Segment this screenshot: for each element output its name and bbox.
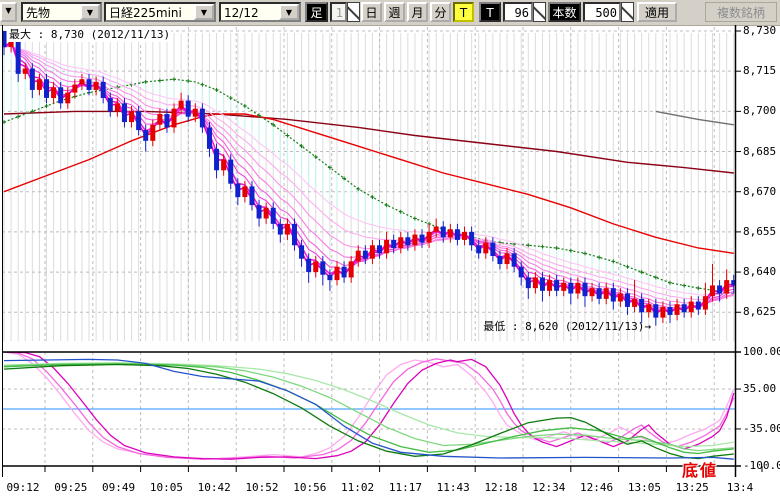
price-axis-label: 8,700 <box>743 104 776 117</box>
instrument-combo-value: 日経225mini <box>106 4 194 20</box>
bars-spinner-icon[interactable] <box>533 2 546 22</box>
time-axis-label: 11:17 <box>385 481 425 494</box>
time-axis-label: 09:49 <box>99 481 139 494</box>
time-axis-label: 11:43 <box>433 481 473 494</box>
bottom-value-annotation: 底値 <box>682 457 718 481</box>
main-price-panel[interactable] <box>2 27 737 341</box>
category-combo-value: 先物 <box>23 4 80 20</box>
oscillator-axis-label: 100.00 <box>743 345 780 358</box>
category-combo[interactable]: 先物 ▼ <box>21 2 102 22</box>
edge-dropdown-button[interactable]: ▼ <box>0 2 17 22</box>
price-axis-label: 8,670 <box>743 185 776 198</box>
time-axis-label: 12:46 <box>577 481 617 494</box>
oscillator-panel[interactable] <box>2 352 736 466</box>
time-axis-label: 11:02 <box>338 481 378 494</box>
price-axis-label: 8,715 <box>743 64 776 77</box>
time-axis-label: 12:18 <box>481 481 521 494</box>
oscillator-axis-label: -35.00 <box>743 422 780 435</box>
price-axis-label: 8,655 <box>743 225 776 238</box>
multi-symbol-button[interactable]: 複数銘柄 <box>705 2 777 22</box>
time-axis-label: 13:05 <box>624 481 664 494</box>
day-button[interactable]: 日 <box>361 2 382 22</box>
chevron-down-icon[interactable]: ▼ <box>80 4 100 20</box>
instrument-combo[interactable]: 日経225mini ▼ <box>104 2 216 22</box>
date-combo[interactable]: 12/12 ▼ <box>219 2 301 22</box>
min-price-annotation: 最低 : 8,620 (2012/11/13)→ <box>482 318 652 334</box>
price-axis-label: 8,685 <box>743 145 776 158</box>
tick-mode-button[interactable]: T <box>479 2 501 22</box>
price-axis-label: 8,730 <box>743 24 776 37</box>
time-axis-label: 13:4 <box>720 481 760 494</box>
honsu-button[interactable]: 本数 <box>548 2 581 22</box>
apply-button[interactable]: 適用 <box>637 2 677 22</box>
count-spinner-icon[interactable] <box>621 2 634 22</box>
time-axis-label: 10:05 <box>146 481 186 494</box>
interval-spinner-icon[interactable] <box>347 2 360 22</box>
oscillator-axis-label: -100.00 <box>743 459 780 472</box>
time-axis-label: 09:25 <box>51 481 91 494</box>
chart-canvas[interactable] <box>0 25 780 500</box>
ashi-button[interactable]: 足 <box>305 2 328 22</box>
time-axis-label: 10:52 <box>242 481 282 494</box>
time-axis-label: 10:56 <box>290 481 330 494</box>
chevron-down-icon[interactable]: ▼ <box>194 4 214 20</box>
minute-button[interactable]: 分 <box>430 2 451 22</box>
week-button[interactable]: 週 <box>384 2 405 22</box>
chart-application-window: ▼ 先物 ▼ 日経225mini ▼ 12/12 ▼ 足 1 日 週 月 分 T… <box>0 0 780 500</box>
oscillator-axis-label: 35.00 <box>743 382 776 395</box>
count-field[interactable]: 500 <box>583 2 621 22</box>
month-button[interactable]: 月 <box>407 2 428 22</box>
chevron-down-icon[interactable]: ▼ <box>279 4 299 20</box>
time-axis-label: 13:25 <box>672 481 712 494</box>
bars-field[interactable]: 96 <box>503 2 533 22</box>
time-axis-label: 12:34 <box>529 481 569 494</box>
interval-field[interactable]: 1 <box>330 2 347 22</box>
price-axis-label: 8,625 <box>743 305 776 318</box>
price-axis-label: 8,640 <box>743 265 776 278</box>
toolbar: ▼ 先物 ▼ 日経225mini ▼ 12/12 ▼ 足 1 日 週 月 分 T… <box>0 0 780 26</box>
max-price-annotation: 最大 : 8,730 (2012/11/13) <box>8 26 171 42</box>
tick-toggle-button[interactable]: T <box>453 2 474 22</box>
time-axis-label: 09:12 <box>3 481 43 494</box>
date-combo-value: 12/12 <box>221 4 279 20</box>
time-axis-label: 10:42 <box>194 481 234 494</box>
